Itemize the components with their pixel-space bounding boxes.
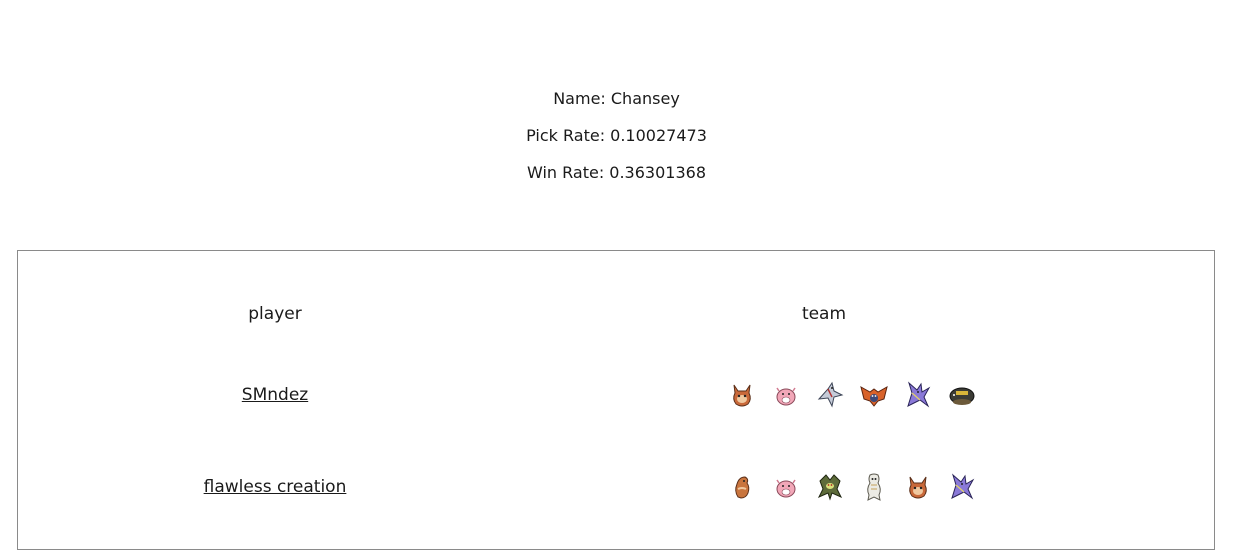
table-row: SMndez xyxy=(18,375,1214,415)
pink-chansey-sprite-icon xyxy=(776,387,796,406)
table-row: flawless creation xyxy=(18,467,1214,507)
pick-rate: Pick Rate: 0.10027473 xyxy=(526,126,707,145)
orange-fox-sprite-icon xyxy=(909,476,927,499)
teams-table: player team SMndez flawless creation xyxy=(17,250,1215,550)
pink-chansey-sprite-icon xyxy=(776,479,796,498)
pokemon-name: Name: Chansey xyxy=(553,89,680,108)
orange-fox-sprite-icon xyxy=(733,384,751,407)
purple-dragon-sprite-icon xyxy=(907,381,931,408)
column-header-team: team xyxy=(801,304,847,324)
green-dark-sprite-icon xyxy=(817,474,843,501)
purple-dragon-sprite-icon xyxy=(951,473,975,500)
silver-bird-sprite-icon xyxy=(817,381,844,408)
dark-turtle-sprite-icon xyxy=(949,387,975,405)
orange-bat-sprite-icon xyxy=(860,386,888,407)
white-ghost-sprite-icon xyxy=(867,473,881,501)
player-link[interactable]: SMndez xyxy=(18,384,532,406)
win-rate: Win Rate: 0.36301368 xyxy=(526,163,706,182)
team-sprites xyxy=(726,379,978,411)
player-link[interactable]: flawless creation xyxy=(18,476,532,498)
team-sprites xyxy=(726,471,978,503)
orange-seahorse-sprite-icon xyxy=(735,476,750,499)
column-header-player: player xyxy=(248,304,302,324)
